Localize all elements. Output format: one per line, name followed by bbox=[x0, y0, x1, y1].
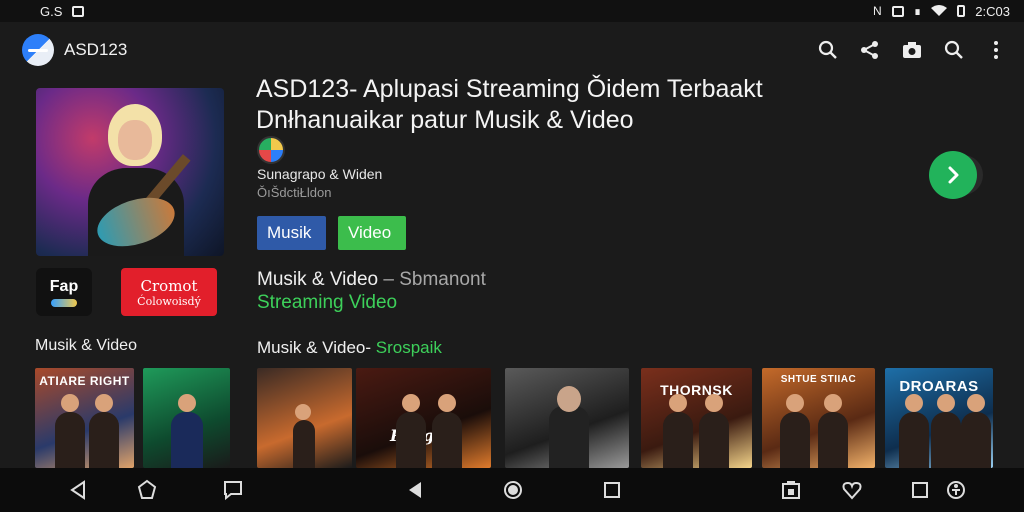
play-button[interactable] bbox=[929, 151, 977, 199]
back-filled-icon[interactable] bbox=[403, 478, 427, 502]
channel-avatar[interactable] bbox=[257, 136, 285, 164]
back-icon[interactable] bbox=[66, 478, 90, 502]
hero-image[interactable] bbox=[36, 88, 224, 256]
navigation-bar bbox=[0, 468, 1024, 512]
thumbnail-figure-head bbox=[438, 394, 456, 412]
gallery-icon bbox=[72, 5, 85, 17]
thumbnail-figure bbox=[55, 412, 85, 468]
square-icon[interactable] bbox=[908, 478, 932, 502]
channel-subtitle: ǑıŠdctiŁldon bbox=[257, 185, 332, 200]
search-icon[interactable] bbox=[944, 40, 964, 60]
thumbnail-figure-head bbox=[937, 394, 955, 412]
chip-video[interactable]: Video bbox=[338, 216, 406, 250]
left-thumbnail[interactable]: ATIARE RIGHT bbox=[35, 368, 134, 468]
row-title-green: Srospaik bbox=[375, 338, 442, 357]
app-bar-actions bbox=[818, 40, 1006, 60]
red-tile-title: Cromot bbox=[140, 276, 198, 295]
left-thumbnail[interactable] bbox=[143, 368, 230, 468]
status-right: N ∎ 2:C03 bbox=[873, 4, 1010, 19]
thumbnail-figure bbox=[293, 420, 315, 468]
hero-subtitle-main: Musik & Video bbox=[257, 269, 379, 290]
app-name: ASD123 bbox=[64, 40, 128, 59]
search-icon[interactable] bbox=[818, 40, 838, 60]
thumbnail-figure-head bbox=[95, 394, 113, 412]
thumbnail-figure-head bbox=[178, 394, 196, 412]
app-bar: ASD123 bbox=[0, 26, 1024, 74]
row-title-main: Musik & Video- bbox=[257, 338, 376, 357]
red-tile-sub: Ćolowoisdý bbox=[137, 294, 201, 308]
thumbnail-figure bbox=[663, 412, 693, 468]
status-left: G.S bbox=[40, 3, 85, 19]
share-icon[interactable] bbox=[860, 40, 880, 60]
thumbnail-figure-head bbox=[967, 394, 985, 412]
more-vert-icon[interactable] bbox=[986, 40, 1006, 60]
video-thumbnail[interactable]: THORNSK bbox=[641, 368, 752, 468]
thumbnail-figure bbox=[961, 412, 991, 468]
hero-subtitle-sep: – bbox=[378, 269, 400, 290]
accessibility-icon[interactable] bbox=[944, 478, 968, 502]
chat-icon[interactable] bbox=[221, 478, 245, 502]
hero-figure-face bbox=[118, 120, 152, 160]
thumbnail-caption: DROARAS bbox=[899, 378, 979, 395]
screenshot-icon[interactable] bbox=[779, 478, 803, 502]
thumbnail-figure-head bbox=[824, 394, 842, 412]
thumbnail-figure-head bbox=[402, 394, 420, 412]
thumbnail-figure bbox=[780, 412, 810, 468]
battery-icon bbox=[957, 5, 966, 17]
hero-title: ASD123- Aplupasi Streaming Ǒidem Terbaak… bbox=[256, 75, 763, 134]
video-thumbnail[interactable] bbox=[505, 368, 629, 468]
thumbnail-figure bbox=[931, 412, 961, 468]
fab-tile-logo-icon bbox=[51, 298, 77, 307]
thumbnail-figure-head bbox=[786, 394, 804, 412]
bluetooth-icon: ∎ bbox=[913, 4, 922, 18]
thumbnail-figure bbox=[699, 412, 729, 468]
nfc-icon: N bbox=[872, 4, 882, 18]
video-thumbnail[interactable] bbox=[257, 368, 352, 468]
status-left-text: G.S bbox=[40, 3, 63, 19]
play-arrow-icon bbox=[948, 166, 959, 184]
left-section-title: Musik & Video bbox=[35, 337, 137, 354]
hero-subtitle-muted: Sbmanont bbox=[399, 269, 486, 290]
status-time: 2:C03 bbox=[975, 3, 1010, 19]
hero-subtitle: Musik & Video – Sbmanont bbox=[257, 269, 486, 291]
thumbnail-figure-head bbox=[905, 394, 923, 412]
thumbnail-figure bbox=[89, 412, 119, 468]
thumbnail-figure-head bbox=[669, 394, 687, 412]
thumbnail-figure bbox=[171, 412, 203, 468]
camera-icon[interactable] bbox=[902, 40, 922, 60]
thumbnail-figure bbox=[396, 412, 426, 468]
thumbnail-figure-head bbox=[557, 386, 581, 412]
row-title: Musik & Video- Srospaik bbox=[257, 338, 442, 358]
video-thumbnail[interactable]: Rotgab bbox=[356, 368, 491, 468]
status-bar: G.S N ∎ 2:C03 bbox=[0, 0, 1024, 22]
thumbnail-figure bbox=[549, 406, 589, 468]
channel-name[interactable]: Sunagrapo & Widen bbox=[257, 166, 382, 182]
recents-icon[interactable] bbox=[600, 478, 624, 502]
wifi-icon bbox=[931, 5, 948, 16]
home-icon[interactable] bbox=[135, 478, 159, 502]
video-thumbnail[interactable]: DROARAS bbox=[885, 368, 993, 468]
thumbnail-figure bbox=[899, 412, 929, 468]
fab-tile[interactable]: Fap bbox=[36, 268, 92, 316]
hero-subtitle-green: Streaming Video bbox=[257, 292, 398, 313]
app-logo-icon[interactable] bbox=[22, 34, 54, 66]
chip-musik[interactable]: Musik bbox=[257, 216, 326, 250]
thumbnail-figure bbox=[818, 412, 848, 468]
vibrate-icon bbox=[891, 5, 904, 17]
red-tile[interactable]: Cromot Ćolowoisdý bbox=[121, 268, 217, 316]
thumbnail-figure-head bbox=[705, 394, 723, 412]
fab-tile-label: Fap bbox=[49, 277, 79, 295]
heart-icon[interactable] bbox=[840, 478, 864, 502]
thumbnail-caption: ATIARE RIGHT bbox=[39, 374, 130, 388]
thumbnail-caption: SHTUE STIIAC bbox=[780, 374, 857, 385]
home-filled-icon[interactable] bbox=[501, 478, 525, 502]
thumbnail-figure-head bbox=[295, 404, 311, 420]
thumbnail-caption: THORNSK bbox=[660, 382, 733, 398]
thumbnail-figure-head bbox=[61, 394, 79, 412]
thumbnail-figure bbox=[432, 412, 462, 468]
video-thumbnail[interactable]: SHTUE STIIAC bbox=[762, 368, 875, 468]
